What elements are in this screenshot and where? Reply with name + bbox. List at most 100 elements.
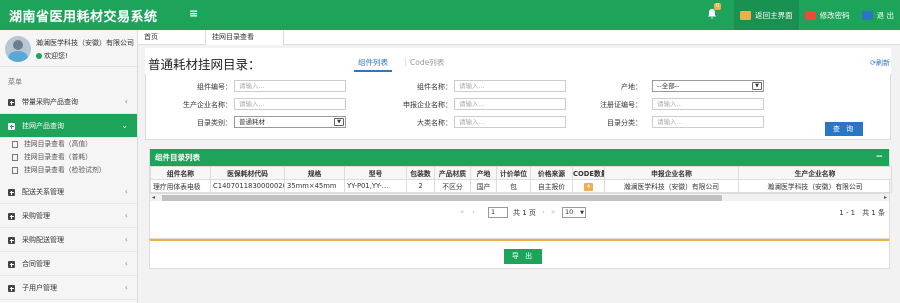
sidebar-subitem-reagents[interactable]: 挂网目录查看（检验试剂）: [0, 164, 137, 177]
chevron-down-icon: ▼: [752, 82, 762, 90]
change-password-label: 修改密码: [819, 10, 850, 20]
sidebar-item-delivery-relations[interactable]: 配送关系管理 ‹: [0, 180, 137, 204]
column-header[interactable]: 价格来源: [530, 166, 573, 180]
applicant-input[interactable]: 请输入...: [454, 98, 566, 110]
sidebar-item-procurement[interactable]: 采购管理 ‹: [0, 204, 137, 228]
column-header[interactable]: 规格: [284, 166, 345, 180]
refresh-link[interactable]: ⟳刷新: [870, 58, 890, 68]
sidebar-subitem-label: 挂网目录查看（高值）: [24, 140, 92, 148]
sidebar-item-listed-products[interactable]: 挂网产品查询 ⌄: [0, 114, 137, 138]
column-header[interactable]: 产地: [470, 166, 497, 180]
next-page-icon[interactable]: ›: [542, 208, 545, 216]
origin-value: --全部--: [657, 82, 680, 90]
tab-code-list[interactable]: Code列表: [410, 57, 444, 68]
top-actions: 0 返回主界面 修改密码 退 出: [706, 0, 900, 30]
origin-select[interactable]: --全部-- ▼: [652, 80, 764, 92]
sidebar-item-label: 挂网产品查询: [22, 122, 64, 130]
collapse-icon[interactable]: −: [875, 149, 883, 166]
chevron-left-icon: ‹: [124, 235, 128, 244]
catalog-class-input[interactable]: 请输入...: [652, 116, 764, 128]
sidebar-item-contracts[interactable]: 合同管理 ‹: [0, 252, 137, 276]
panel-title: 组件目录列表: [155, 153, 200, 162]
page-number-input[interactable]: 1: [488, 207, 508, 218]
scroll-right-icon[interactable]: ▸: [884, 194, 887, 201]
welcome-status: 欢迎您!: [36, 51, 68, 61]
sidebar-subitem-high-value[interactable]: 挂网目录查看（高值）: [0, 138, 137, 151]
sidebar-item-label: 带量采购产品查询: [22, 98, 78, 106]
table-cell: 理疗用体表电极: [150, 179, 211, 193]
logout-label: 退 出: [876, 10, 894, 20]
table-cell: 瀚澜医学科技（安徽）有限公司: [604, 179, 739, 193]
sidebar-submenu: 挂网目录查看（高值） 挂网目录查看（普耗） 挂网目录查看（检验试剂）: [0, 138, 137, 177]
column-header[interactable]: 计价单位: [496, 166, 531, 180]
tab-home[interactable]: 首页: [138, 30, 206, 45]
tab-listed-catalog[interactable]: 挂网目录查看（...×: [206, 30, 284, 56]
page-size-value: 10: [565, 208, 574, 216]
table-cell: 包: [496, 179, 531, 193]
home-icon: [740, 10, 752, 20]
document-icon: [12, 167, 18, 174]
menu-title: 菜单: [8, 78, 22, 86]
plus-square-icon: [8, 237, 15, 244]
category-input[interactable]: 请输入...: [454, 116, 566, 128]
applicant-label: 申报企业名称：: [403, 101, 452, 109]
table-cell: 4: [572, 179, 605, 193]
column-header[interactable]: 生产企业名称: [738, 166, 892, 180]
panel-header: 组件目录列表 −: [150, 149, 889, 166]
last-page-icon[interactable]: »: [551, 208, 555, 216]
catalog-type-select[interactable]: 普通耗材 ▼: [234, 116, 346, 128]
top-bar: 湖南省医用耗材交易系统 ≡ 0 返回主界面 修改密码 退 出: [0, 0, 900, 30]
column-header[interactable]: 包装数: [406, 166, 435, 180]
export-button[interactable]: 导 出: [504, 249, 542, 264]
column-header[interactable]: 产品材质: [434, 166, 471, 180]
sidebar-item-label: 采购管理: [22, 212, 50, 220]
query-button[interactable]: 查 询: [825, 122, 863, 136]
search-form: 组件编号： 请输入... 组件名称： 请输入... 产地： --全部-- ▼ 生产…: [145, 74, 891, 140]
chevron-down-icon: ⌄: [121, 121, 128, 130]
chevron-left-icon: ‹: [124, 259, 128, 268]
menu-toggle-icon[interactable]: ≡: [189, 7, 198, 20]
component-list-panel: 组件目录列表 − 组件名称 医保耗材代码 规格 型号 包装数 产品材质 产地 计…: [149, 149, 892, 239]
code-count-badge[interactable]: 4: [584, 182, 593, 191]
chevron-left-icon: ‹: [124, 187, 128, 196]
return-home-button[interactable]: 返回主界面: [734, 0, 799, 30]
page-title-row: 普通耗材挂网目录： 组件列表 | Code列表 ⟳刷新: [145, 48, 891, 74]
logout-button[interactable]: 退 出: [855, 0, 900, 30]
sidebar-item-label: 采购配送管理: [22, 236, 64, 244]
component-no-input[interactable]: 请输入...: [234, 80, 346, 92]
manufacturer-input[interactable]: 请输入...: [234, 98, 346, 110]
sidebar-item-volume-procurement[interactable]: 带量采购产品查询 ‹: [0, 90, 137, 114]
document-icon: [12, 154, 18, 161]
record-count: 1 - 1 共 1 条: [839, 209, 885, 217]
notification-bell-icon[interactable]: 0: [706, 3, 722, 22]
notification-count-badge: 0: [714, 3, 722, 10]
prev-page-icon[interactable]: ‹: [472, 208, 475, 216]
plus-square-icon: [8, 189, 15, 196]
component-name-input[interactable]: 请输入...: [454, 80, 566, 92]
plus-square-icon: [8, 99, 15, 106]
table-row[interactable]: 理疗用体表电极 C1407011830000020 35mm×45mm YY-P…: [150, 179, 892, 193]
app-title: 湖南省医用耗材交易系统: [9, 10, 158, 25]
sidebar: 瀚澜医学科技（安徽）有限公司 欢迎您! 菜单 带量采购产品查询 ‹ 挂网产品查询…: [0, 30, 138, 303]
chevron-left-icon: ‹: [124, 283, 128, 292]
tab-bar: 首页 挂网目录查看（...×: [138, 30, 900, 56]
catalog-type-label: 目录类别：: [197, 119, 232, 127]
horizontal-scrollbar[interactable]: ◂ ▸: [150, 193, 889, 201]
sidebar-item-subusers[interactable]: 子用户管理 ‹: [0, 276, 137, 300]
change-password-button[interactable]: 修改密码: [798, 0, 856, 30]
sidebar-subitem-general[interactable]: 挂网目录查看（普耗）: [0, 151, 137, 164]
column-header[interactable]: 申报企业名称: [604, 166, 739, 180]
first-page-icon[interactable]: «: [460, 208, 464, 216]
column-header[interactable]: 组件名称: [150, 166, 211, 180]
column-header[interactable]: 医保耗材代码: [210, 166, 285, 180]
tab-component-list[interactable]: 组件列表: [354, 57, 392, 72]
column-header[interactable]: CODE数量: [572, 166, 605, 180]
catalog-type-value: 普通耗材: [239, 118, 265, 126]
key-icon: [804, 10, 816, 20]
reg-no-input[interactable]: 请输入...: [652, 98, 764, 110]
table-cell: 2: [406, 179, 435, 193]
page-size-select[interactable]: 10 ▼: [562, 207, 586, 218]
column-header[interactable]: 型号: [344, 166, 407, 180]
scroll-left-icon[interactable]: ◂: [152, 194, 155, 201]
sidebar-item-procurement-delivery[interactable]: 采购配送管理 ‹: [0, 228, 137, 252]
